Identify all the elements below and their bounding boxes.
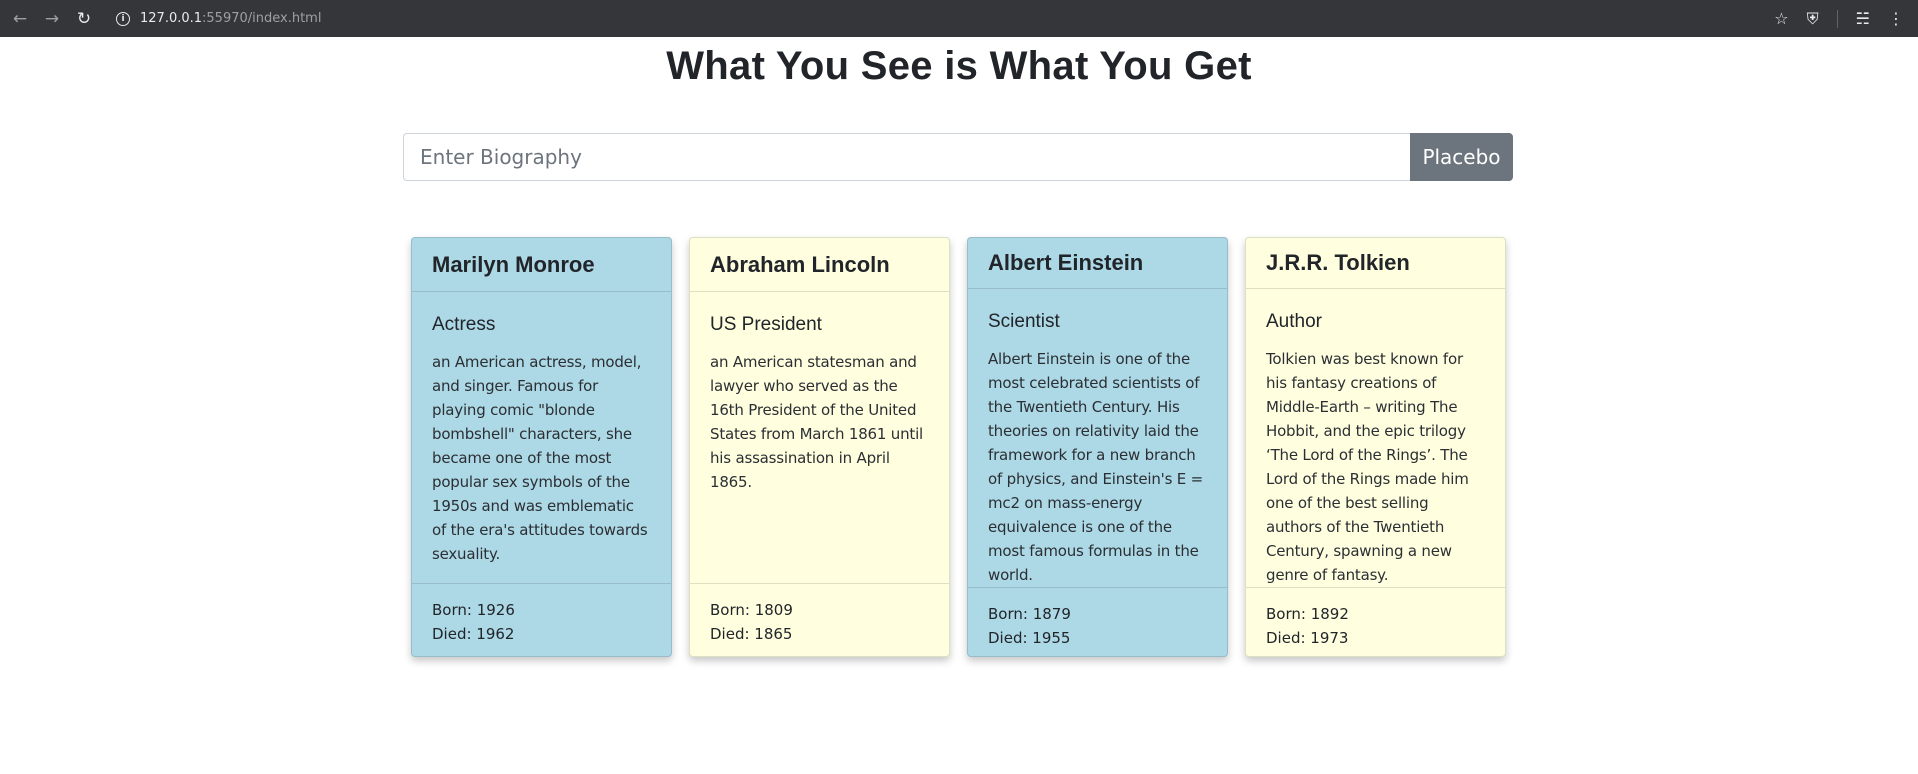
url-path: :55970/index.html — [202, 11, 322, 26]
card-born: Born: 1879 — [988, 604, 1071, 623]
card-body: Actress an American actress, model, and … — [412, 292, 671, 583]
card-role: Author — [1266, 310, 1322, 332]
card-born: Born: 1809 — [710, 601, 793, 619]
placebo-button[interactable]: Placebo — [1410, 133, 1513, 181]
card-footer: Born: 1892 Died: 1973 — [1246, 586, 1505, 656]
page-title: What You See is What You Get — [666, 44, 1252, 88]
card-bio: an American statesman and lawyer who ser… — [710, 353, 924, 491]
card-role: Actress — [432, 314, 496, 335]
card-bio: an American actress, model, and singer. … — [432, 353, 648, 563]
card-body: Scientist Albert Einstein is one of the … — [968, 289, 1227, 587]
card-died: Died: 1973 — [1266, 628, 1349, 647]
url-host: 127.0.0.1 — [140, 11, 203, 26]
card-header: Albert Einstein — [968, 238, 1227, 289]
card-header: Marilyn Monroe — [412, 238, 671, 292]
incognito-icon[interactable]: ☵ — [1856, 9, 1870, 28]
card-died: Died: 1955 — [988, 628, 1071, 647]
biography-input[interactable] — [403, 133, 1410, 181]
card-born: Born: 1926 — [432, 601, 515, 619]
card-header: Abraham Lincoln — [690, 238, 949, 292]
back-arrow-icon[interactable]: ← — [8, 7, 32, 31]
toolbar-separator — [1836, 9, 1838, 28]
card-marilyn-monroe: Marilyn Monroe Actress an American actre… — [411, 237, 672, 657]
menu-kebab-icon[interactable]: ⋮ — [1888, 9, 1904, 28]
card-footer: Born: 1809 Died: 1865 — [690, 583, 949, 656]
card-died: Died: 1865 — [710, 625, 793, 643]
card-role: US President — [710, 314, 822, 335]
browser-toolbar: ← → ↻ i 127.0.0.1:55970/index.html ☆ ⛨ ☵… — [0, 0, 1918, 37]
page-content: What You See is What You Get Placebo Mar… — [0, 39, 1918, 657]
card-footer: Born: 1926 Died: 1962 — [412, 583, 671, 656]
shield-extension-icon[interactable]: ⛨ — [1807, 9, 1819, 29]
card-albert-einstein: Albert Einstein Scientist Albert Einstei… — [967, 237, 1228, 657]
search-row: Placebo — [403, 133, 1513, 181]
star-bookmark-icon[interactable]: ☆ — [1774, 9, 1788, 28]
card-header: J.R.R. Tolkien — [1246, 238, 1505, 289]
card-bio: Tolkien was best known for his fantasy c… — [1266, 349, 1469, 584]
card-footer: Born: 1879 Died: 1955 — [968, 586, 1227, 656]
card-born: Born: 1892 — [1266, 604, 1349, 623]
card-body: US President an American statesman and l… — [690, 292, 949, 583]
card-bio: Albert Einstein is one of the most celeb… — [988, 349, 1203, 584]
card-deck: Marilyn Monroe Actress an American actre… — [411, 237, 1506, 657]
card-role: Scientist — [988, 310, 1060, 332]
card-body: Author Tolkien was best known for his fa… — [1246, 289, 1505, 587]
card-died: Died: 1962 — [432, 625, 515, 643]
info-icon[interactable]: i — [116, 11, 130, 26]
reload-icon[interactable]: ↻ — [72, 7, 96, 31]
card-jrr-tolkien: J.R.R. Tolkien Author Tolkien was best k… — [1245, 237, 1506, 657]
address-bar[interactable]: i 127.0.0.1:55970/index.html — [110, 5, 1774, 33]
card-abraham-lincoln: Abraham Lincoln US President an American… — [689, 237, 950, 657]
forward-arrow-icon[interactable]: → — [40, 7, 64, 31]
